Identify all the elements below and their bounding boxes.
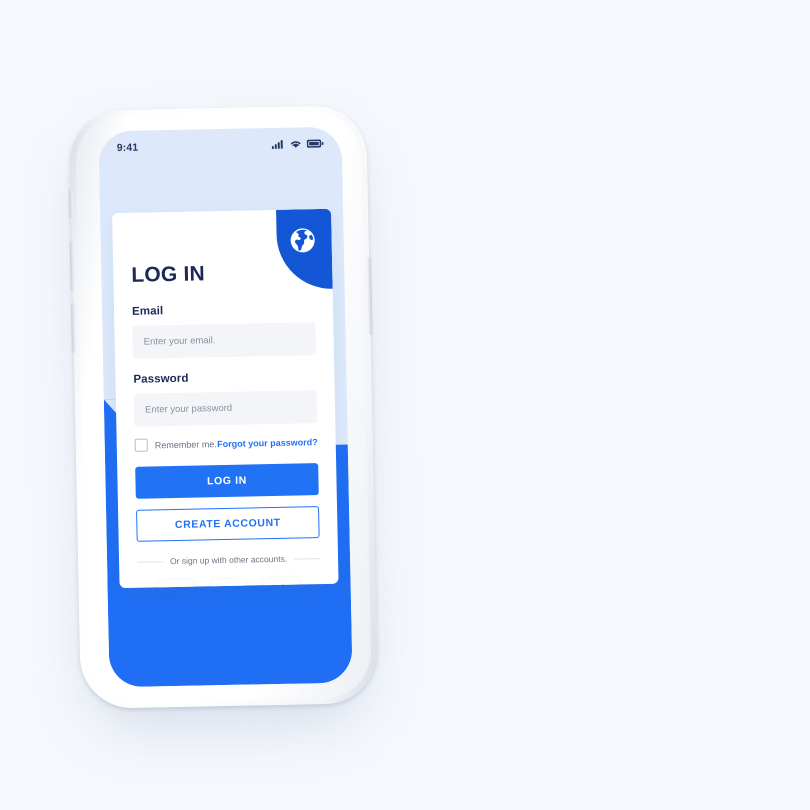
battery-icon [306,135,324,153]
remember-me-label: Remember me. [154,438,217,450]
wifi-icon [290,135,302,153]
cellular-signal-icon [271,136,285,154]
remember-me-control[interactable]: Remember me. [134,437,217,452]
phone-mute-switch[interactable] [68,188,74,220]
login-button[interactable]: LOG IN [135,463,319,499]
phone-mockup-stage: 9:41 LOG IN Email Enter your email. Pass… [0,0,810,810]
password-field-group: Password [133,370,318,427]
forgot-password-link[interactable]: Forgot your password? [217,437,318,449]
email-input[interactable] [132,322,316,359]
email-field-group: Email [132,302,316,359]
status-bar-time: 9:41 [116,141,139,155]
status-bar-icons [271,135,324,154]
divider-line-left [137,560,164,563]
social-divider-text: Or sign up with other accounts. [169,553,288,567]
phone-volume-down-button[interactable] [70,302,76,354]
remember-me-checkbox[interactable] [134,438,148,452]
create-account-button[interactable]: CREATE ACCOUNT [136,506,320,542]
phone-screen: 9:41 LOG IN Email Enter your email. Pass… [98,126,353,688]
social-divider: Or sign up with other accounts. [137,553,321,567]
decorative-blue-shape-bottom [107,577,353,688]
form-options-row: Remember me. Forgot your password? [134,435,318,452]
login-form: LOG IN Email Password Remember me. [112,209,338,589]
password-input[interactable] [133,390,318,427]
phone-body: 9:41 LOG IN Email Enter your email. Pass… [68,105,378,709]
divider-line-right [294,557,321,560]
status-bar: 9:41 [98,127,342,166]
email-field-label: Email [131,305,164,318]
password-field-label: Password [133,372,189,386]
page-title: LOG IN [131,262,206,287]
phone-volume-up-button[interactable] [69,240,75,292]
phone-power-button[interactable] [367,257,373,336]
login-card: LOG IN Email Password Remember me. [112,208,339,589]
